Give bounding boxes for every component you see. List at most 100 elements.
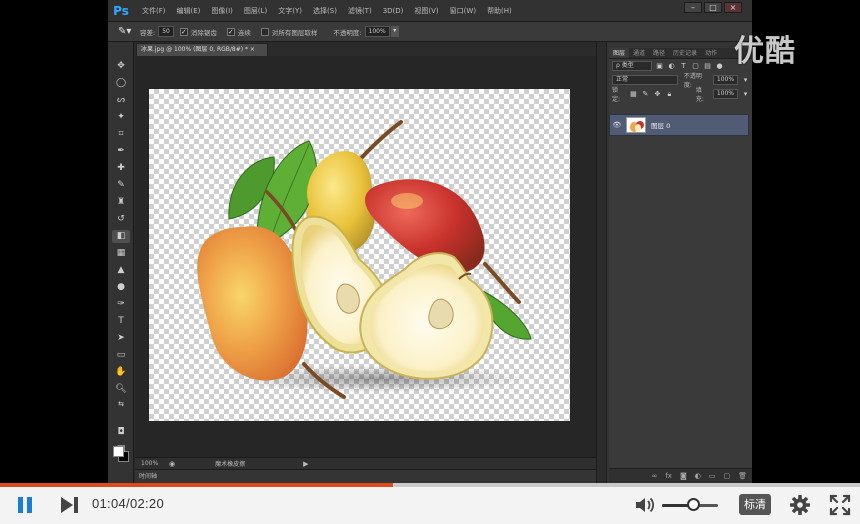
menu-select[interactable]: 选择(S) [313, 6, 337, 16]
layer-row[interactable]: 👁︎ 图层 0 [609, 114, 749, 136]
trash-icon[interactable]: 🗑︎ [738, 472, 747, 480]
layer-thumbnail [626, 117, 646, 133]
lasso-icon[interactable]: ᔕ [112, 94, 130, 107]
gear-icon[interactable] [789, 494, 811, 516]
new-layer-icon[interactable]: ▢ [723, 472, 730, 480]
swap-colors-icon[interactable]: ⇆ [112, 398, 130, 411]
history-brush-icon[interactable]: ↺ [112, 213, 130, 226]
eye-icon[interactable]: 👁︎ [610, 121, 624, 129]
antialias-checkbox[interactable]: ✓ 消除锯齿 [179, 27, 217, 37]
eyedropper-icon[interactable]: ✒ [112, 145, 130, 158]
fill-input[interactable]: 100% [712, 89, 738, 99]
filter-adjust-icon[interactable]: ◐ [667, 62, 676, 71]
filter-smart-icon[interactable]: ▤ [703, 62, 712, 71]
fill-arrow-icon[interactable]: ▾ [741, 90, 750, 99]
zoom-icon[interactable]: 🔍︎ [112, 383, 130, 396]
opacity-arrow-icon[interactable]: ▾ [741, 76, 750, 85]
contiguous-checkbox[interactable]: ✓ 连续 [226, 27, 251, 37]
video-frame[interactable]: Ps 文件(F) 编辑(E) 图像(I) 图层(L) 文字(Y) 选择(S) 滤… [0, 0, 860, 483]
crop-icon[interactable]: ⌗ [112, 128, 130, 141]
lock-paint-icon[interactable]: ✎ [641, 90, 650, 99]
brush-icon[interactable]: ✎ [112, 179, 130, 192]
magic-wand-icon[interactable]: ✦ [112, 111, 130, 124]
shape-icon[interactable]: ▭ [112, 349, 130, 362]
volume-knob[interactable] [686, 498, 700, 511]
menu-view[interactable]: 视图(V) [414, 6, 438, 16]
panel-tabs: 图层 通道 路径 历史记录 动作 [609, 48, 752, 59]
pen-icon[interactable]: ✑ [112, 298, 130, 311]
link-layers-icon[interactable]: ∞ [652, 472, 658, 480]
tab-layers[interactable]: 图层 [609, 48, 630, 58]
adjustment-icon[interactable]: ◐ [695, 472, 701, 480]
tab-paths[interactable]: 路径 [649, 48, 669, 58]
path-select-icon[interactable]: ➤ [112, 332, 130, 345]
menu-layer[interactable]: 图层(L) [244, 6, 267, 16]
fullscreen-icon[interactable] [829, 494, 851, 516]
close-button[interactable]: × [724, 2, 742, 13]
tab-channels[interactable]: 通道 [629, 48, 649, 58]
stamp-icon[interactable]: ♜ [112, 196, 130, 209]
ellipse-marquee-icon[interactable]: ◯ [112, 77, 130, 90]
eraser-icon[interactable]: ◧ [112, 230, 130, 243]
quality-button[interactable]: 标清 [739, 494, 771, 515]
tab-history[interactable]: 历史记录 [669, 48, 701, 58]
magic-eraser-tool-icon[interactable]: ✎▾ [118, 26, 140, 37]
sample-all-checkbox[interactable]: 对所有图层取样 [260, 27, 317, 37]
timeline-tab[interactable]: 时间轴 [135, 469, 596, 483]
folder-icon[interactable]: ▭ [709, 472, 716, 480]
fx-icon[interactable]: fx [665, 472, 672, 480]
minimize-button[interactable]: – [684, 2, 702, 13]
maximize-button[interactable]: □ [704, 2, 722, 13]
menu-image[interactable]: 图像(I) [211, 6, 233, 16]
lock-all-icon[interactable]: 🔒︎ [665, 90, 674, 99]
opacity-input[interactable]: 100% [364, 26, 390, 37]
next-button[interactable] [60, 496, 80, 514]
player-control-bar: 01:04/02:20 标清 [0, 487, 860, 524]
filter-toggle-icon[interactable]: ● [715, 62, 724, 71]
canvas[interactable] [149, 89, 570, 421]
healing-icon[interactable]: ✚ [112, 162, 130, 175]
menu-edit[interactable]: 编辑(E) [177, 6, 201, 16]
opacity-label: 不透明度: [333, 28, 362, 37]
play-right-icon[interactable]: ▶ [303, 460, 308, 468]
time-display: 01:04/02:20 [92, 496, 164, 511]
quick-mask-icon[interactable]: ◘ [112, 426, 130, 439]
lock-pixels-icon[interactable]: ▦ [629, 90, 638, 99]
blur-icon[interactable]: ▲ [112, 264, 130, 277]
zoom-level[interactable]: 100% [141, 460, 169, 467]
next-icon [61, 497, 78, 513]
menu-filter[interactable]: 滤镜(T) [348, 6, 372, 16]
document-area [135, 56, 596, 457]
panel-opacity-input[interactable]: 100% [712, 75, 739, 85]
status-info: 魔术橡皮擦 [215, 461, 246, 468]
filter-type-icon[interactable]: T [679, 62, 688, 71]
foreground-color-swatch[interactable] [113, 446, 124, 457]
status-info-icon: ◉ [169, 459, 176, 468]
pause-button[interactable] [16, 496, 34, 514]
layers-panel-dock: 图层 通道 路径 历史记录 动作 ρ 类型 ▣ ◐ T ▢ ▤ ● 正常 不透明… [596, 42, 752, 483]
blend-mode-select[interactable]: 正常 [612, 75, 678, 85]
layer-name: 图层 0 [651, 122, 671, 130]
mask-icon[interactable]: ◙ [680, 472, 687, 480]
layer-filter-select[interactable]: ρ 类型 [612, 61, 652, 71]
photoshop-window: Ps 文件(F) 编辑(E) 图像(I) 图层(L) 文字(Y) 选择(S) 滤… [108, 0, 752, 483]
volume-icon[interactable] [634, 495, 656, 515]
type-icon[interactable]: T [112, 315, 130, 328]
dodge-icon[interactable]: ● [112, 281, 130, 294]
lock-position-icon[interactable]: ✥ [653, 90, 662, 99]
panel-collapse-strip[interactable] [597, 42, 607, 483]
menu-file[interactable]: 文件(F) [142, 6, 166, 16]
tolerance-input[interactable]: 50 [158, 26, 174, 37]
move-icon[interactable]: ✥ [112, 60, 130, 73]
hand-icon[interactable]: ✋ [112, 366, 130, 379]
menu-help[interactable]: 帮助(H) [487, 6, 512, 16]
filter-shape-icon[interactable]: ▢ [691, 62, 700, 71]
tab-actions[interactable]: 动作 [701, 48, 721, 58]
menu-type[interactable]: 文字(Y) [278, 6, 302, 16]
filter-pixel-icon[interactable]: ▣ [655, 62, 664, 71]
opacity-dropdown-icon[interactable]: ▾ [390, 26, 399, 37]
menu-3d[interactable]: 3D(D) [383, 7, 404, 15]
menu-window[interactable]: 窗口(W) [450, 6, 476, 16]
gradient-icon[interactable]: ▦ [112, 247, 130, 260]
document-tab[interactable]: 冰果.jpg @ 100% (图层 0, RGB/8#) * × [136, 43, 268, 56]
